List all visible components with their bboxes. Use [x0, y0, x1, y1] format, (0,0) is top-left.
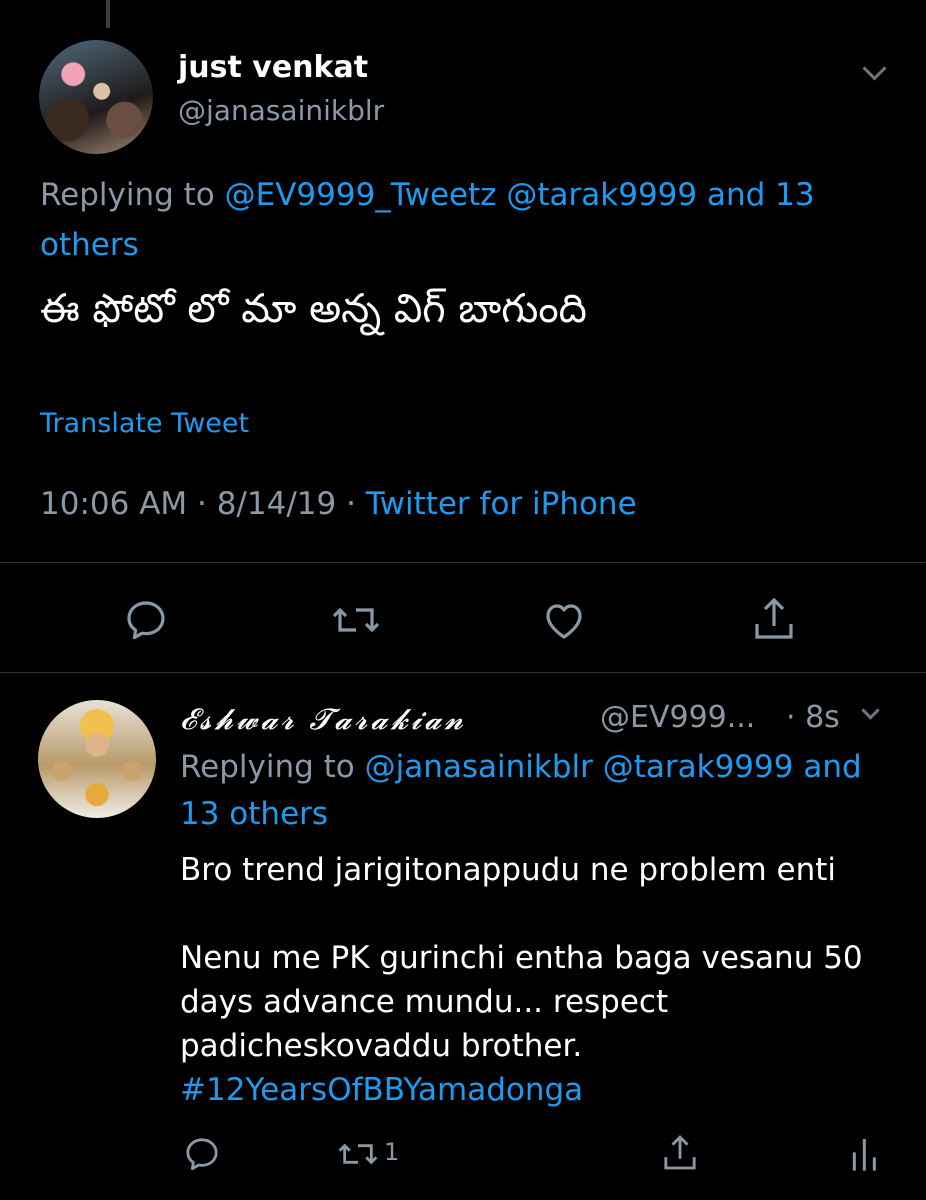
- avatar[interactable]: [39, 40, 153, 154]
- retweet-icon[interactable]: [330, 596, 382, 644]
- replying-to: Replying to @EV9999_Tweetz @tarak9999 an…: [40, 170, 880, 270]
- share-icon[interactable]: [660, 1132, 700, 1174]
- source-link[interactable]: Twitter for iPhone: [366, 486, 637, 522]
- chevron-down-icon[interactable]: [861, 701, 880, 720]
- timestamp: · 8s: [786, 700, 840, 735]
- display-name[interactable]: 𝓔𝓼𝓱𝔀𝓪𝓻 𝓣𝓪𝓻𝓪𝓴𝓲𝓪𝓷: [180, 702, 466, 737]
- retweet-icon[interactable]: [336, 1134, 380, 1174]
- hashtag-link[interactable]: #12YearsOfBBYamadonga: [180, 1072, 583, 1108]
- replying-prefix: Replying to: [40, 177, 225, 213]
- replying-prefix: Replying to: [180, 749, 365, 785]
- tweet-actions: 1: [0, 1130, 926, 1180]
- display-name[interactable]: just venkat: [178, 50, 368, 85]
- tweet-actions: [0, 590, 926, 650]
- translate-tweet-link[interactable]: Translate Tweet: [40, 408, 249, 439]
- thread-connector-line: [106, 0, 110, 28]
- tweet-body: Bro trend jarigitonappudu ne problem ent…: [180, 852, 863, 1064]
- share-icon[interactable]: [750, 594, 798, 644]
- reply-icon[interactable]: [182, 1134, 222, 1174]
- tweet-text: Bro trend jarigitonappudu ne problem ent…: [180, 848, 900, 1112]
- retweet-count: 1: [384, 1138, 400, 1166]
- divider: [0, 672, 926, 673]
- user-handle[interactable]: @janasainikblr: [178, 94, 384, 127]
- tweet-text: ఈ ఫోటో లో మా అన్న విగ్ బాగుంది: [40, 286, 587, 332]
- divider: [0, 562, 926, 563]
- tweet-meta: 10:06 AM · 8/14/19 · Twitter for iPhone: [40, 486, 637, 522]
- chevron-down-icon[interactable]: [862, 56, 887, 81]
- analytics-icon[interactable]: [848, 1134, 884, 1174]
- timestamp: 10:06 AM · 8/14/19 ·: [40, 486, 366, 522]
- reply-icon[interactable]: [122, 596, 170, 644]
- avatar[interactable]: [38, 700, 156, 818]
- like-icon[interactable]: [540, 596, 588, 644]
- replying-to: Replying to @janasainikblr @tarak9999 an…: [180, 744, 890, 838]
- user-handle[interactable]: @EV999...: [600, 700, 755, 735]
